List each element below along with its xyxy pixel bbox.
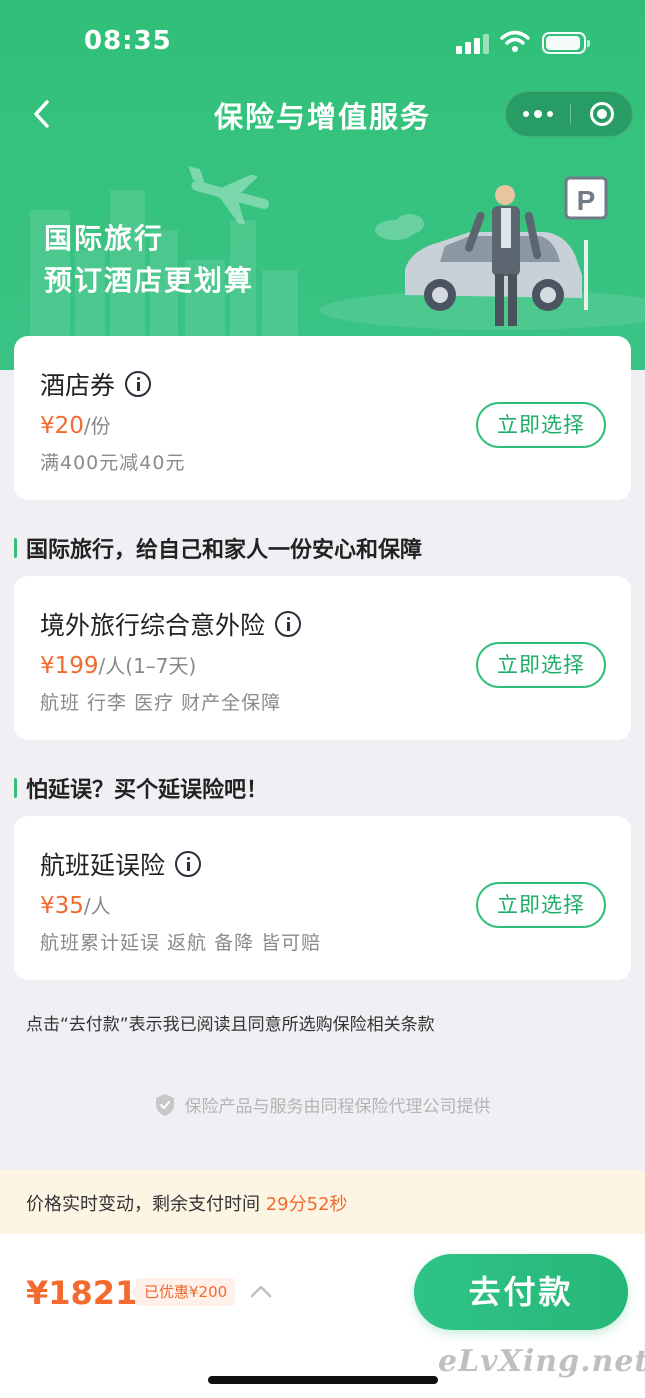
select-button[interactable]: 立即选择 bbox=[476, 642, 606, 688]
parking-sign-text: P bbox=[577, 185, 596, 216]
travel-insurance-card: 境外旅行综合意外险 ¥199/人(1–7天) 航班 行李 医疗 财产全保障 立即… bbox=[14, 576, 631, 740]
flight-delay-insurance-card: 航班延误险 ¥35/人 航班累计延误 返航 备降 皆可赔 立即选择 bbox=[14, 816, 631, 980]
total-price: ¥1821 bbox=[26, 1274, 138, 1312]
provider-notice: 保险产品与服务由同程保险代理公司提供 bbox=[0, 1092, 645, 1117]
card-description: 航班 行李 医疗 财产全保障 bbox=[40, 692, 282, 714]
card-title: 酒店券 bbox=[40, 371, 116, 400]
price-unit: /份 bbox=[83, 414, 111, 438]
discount-badge: 已优惠¥200 bbox=[129, 1278, 236, 1306]
countdown-label: 价格实时变动，剩余支付时间 bbox=[26, 1194, 266, 1215]
capsule-divider bbox=[570, 104, 571, 124]
select-button[interactable]: 立即选择 bbox=[476, 882, 606, 928]
banner-headline: 国际旅行 预订酒店更划算 bbox=[44, 218, 254, 302]
card-title-row: 境外旅行综合意外险 bbox=[40, 606, 302, 642]
card-description: 满400元减40元 bbox=[40, 452, 186, 474]
close-miniprogram-icon[interactable] bbox=[590, 102, 614, 126]
miniprogram-capsule bbox=[505, 91, 633, 137]
dot-icon bbox=[547, 111, 553, 117]
card-price: ¥20/份 bbox=[40, 410, 111, 439]
home-indicator bbox=[208, 1376, 438, 1384]
checkout-bar: ¥1821 已优惠¥200 去付款 eLvXing.net bbox=[0, 1234, 645, 1398]
info-icon[interactable] bbox=[125, 371, 152, 397]
pay-button[interactable]: 去付款 bbox=[414, 1254, 628, 1330]
site-watermark: eLvXing.net bbox=[438, 1344, 645, 1379]
provider-text: 保险产品与服务由同程保险代理公司提供 bbox=[184, 1097, 491, 1117]
dot-icon bbox=[523, 111, 529, 117]
price-value: ¥199 bbox=[40, 653, 99, 679]
hotel-coupon-card: 酒店券 ¥20/份 满400元减40元 立即选择 bbox=[14, 336, 631, 500]
select-button[interactable]: 立即选择 bbox=[476, 402, 606, 448]
banner-line-2: 预订酒店更划算 bbox=[44, 264, 255, 297]
price-value: ¥20 bbox=[40, 413, 84, 439]
card-description: 航班累计延误 返航 备降 皆可赔 bbox=[40, 932, 322, 954]
wifi-icon bbox=[500, 30, 530, 52]
info-icon[interactable] bbox=[175, 851, 202, 877]
card-price: ¥35/人 bbox=[40, 890, 111, 919]
countdown-time: 29分52秒 bbox=[265, 1194, 348, 1215]
section-title-travel: 国际旅行，给自己和家人一份安心和保障 bbox=[14, 532, 422, 564]
nav-bar: 保险与增值服务 bbox=[0, 84, 645, 146]
status-bar: 08:35 bbox=[0, 0, 645, 80]
card-title: 航班延误险 bbox=[40, 851, 166, 880]
more-button[interactable] bbox=[506, 92, 570, 136]
terms-notice: 点击“去付款”表示我已阅读且同意所选购保险相关条款 bbox=[26, 1015, 435, 1035]
battery-icon bbox=[542, 32, 590, 54]
chevron-up-icon[interactable] bbox=[250, 1284, 272, 1298]
info-icon[interactable] bbox=[275, 611, 302, 637]
price-unit: /人(1–7天) bbox=[98, 654, 197, 678]
card-title-row: 航班延误险 bbox=[40, 846, 202, 882]
dot-icon bbox=[534, 110, 542, 118]
card-title-row: 酒店券 bbox=[40, 366, 152, 402]
status-time: 08:35 bbox=[84, 26, 172, 56]
cellular-signal-icon bbox=[456, 34, 492, 54]
price-value: ¥35 bbox=[40, 893, 84, 919]
section-title-delay: 怕延误？买个延误险吧！ bbox=[14, 772, 268, 804]
header-banner: P 08:35 保险与增值服务 国际旅行 预订酒店更划算 bbox=[0, 0, 645, 370]
banner-line-1: 国际旅行 bbox=[44, 222, 165, 255]
card-title: 境外旅行综合意外险 bbox=[40, 611, 266, 640]
countdown-text: 价格实时变动，剩余支付时间 29分52秒 bbox=[26, 1190, 348, 1216]
price-unit: /人 bbox=[83, 894, 111, 918]
payment-countdown-bar: 价格实时变动，剩余支付时间 29分52秒 bbox=[0, 1170, 645, 1234]
card-price: ¥199/人(1–7天) bbox=[40, 650, 196, 679]
shield-icon bbox=[155, 1093, 174, 1116]
